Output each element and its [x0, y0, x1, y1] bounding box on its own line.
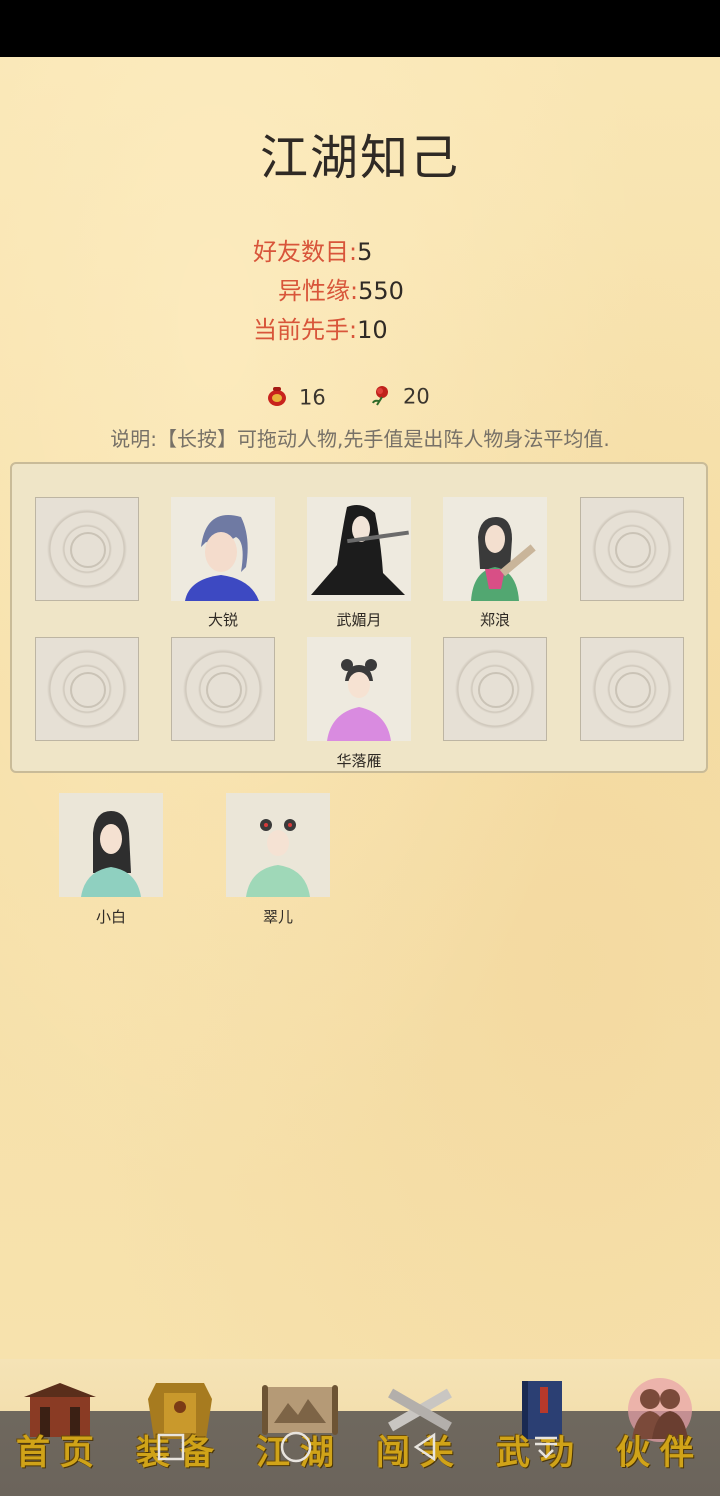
nav-martial-arts[interactable]: 武功	[480, 1359, 600, 1496]
companion-name: 郑浪	[479, 611, 510, 629]
nav-companions[interactable]: 伙伴	[600, 1359, 720, 1496]
empty-slot[interactable]	[580, 637, 684, 741]
dragon-emblem-icon	[615, 672, 651, 708]
dragon-emblem-icon	[478, 672, 514, 708]
recent-apps-button[interactable]	[156, 1432, 186, 1466]
portrait-woman-flute-icon	[307, 497, 411, 601]
rose-resource: 20	[371, 384, 430, 411]
companion-card[interactable]	[443, 497, 547, 601]
home-system-button[interactable]	[279, 1430, 313, 1468]
stat-value: 10	[357, 316, 388, 344]
portrait-youth-green-icon	[443, 497, 547, 601]
stat-label: 当前先手:	[253, 316, 358, 344]
charm-stat: 异性缘:550	[278, 271, 404, 306]
companion-card[interactable]	[307, 497, 411, 601]
dragon-emblem-icon	[206, 672, 242, 708]
portrait-woman-pink-icon	[307, 637, 411, 741]
companion-name: 大锐	[207, 611, 238, 629]
status-bar	[0, 0, 720, 57]
dragon-emblem-icon	[70, 532, 106, 568]
bottom-nav: 首页 装备 江湖 闯关 武功 伙伴	[0, 1359, 720, 1496]
dragon-emblem-icon	[615, 532, 651, 568]
empty-slot[interactable]	[171, 637, 275, 741]
back-system-button[interactable]	[410, 1432, 440, 1466]
red-pouch-icon	[265, 384, 289, 413]
nav-label: 伙伴	[616, 1433, 704, 1473]
stat-value: 550	[358, 277, 404, 305]
stat-label: 好友数目:	[253, 238, 358, 266]
instruction-note: 说明:【长按】可拖动人物,先手值是出阵人物身法平均值.	[110, 427, 610, 451]
nav-equipment[interactable]: 装备	[120, 1359, 240, 1496]
companion-card[interactable]	[171, 497, 275, 601]
companion-name: 武媚月	[336, 611, 382, 629]
nav-jianghu[interactable]: 江湖	[240, 1359, 360, 1496]
pouch-count: 16	[299, 385, 326, 410]
empty-slot[interactable]	[35, 497, 139, 601]
stat-label: 异性缘:	[278, 277, 359, 305]
nav-challenge[interactable]: 闯关	[360, 1359, 480, 1496]
reserve-companion-card[interactable]	[226, 793, 330, 897]
empty-slot[interactable]	[35, 637, 139, 741]
reserve-companion-card[interactable]	[59, 793, 163, 897]
companion-name: 华落雁	[336, 752, 382, 770]
friend-count-stat: 好友数目:5	[253, 232, 372, 267]
nav-home[interactable]: 首页	[0, 1359, 120, 1496]
portrait-woman-teal-icon	[59, 793, 163, 897]
empty-slot[interactable]	[443, 637, 547, 741]
companion-name: 小白	[95, 908, 126, 926]
stat-value: 5	[357, 238, 373, 266]
nav-label: 首页	[16, 1433, 104, 1473]
page-title: 江湖知己	[259, 130, 460, 186]
companion-card[interactable]	[307, 637, 411, 741]
initiative-stat: 当前先手:10	[253, 310, 388, 345]
portrait-man-blue-icon	[171, 497, 275, 601]
rose-count: 20	[403, 384, 430, 409]
companion-name: 翠儿	[262, 908, 293, 926]
pouch-resource: 16	[265, 384, 326, 413]
portrait-girl-green-icon	[226, 793, 330, 897]
keyboard-hide-button[interactable]	[531, 1432, 561, 1466]
empty-slot[interactable]	[580, 497, 684, 601]
dragon-emblem-icon	[70, 672, 106, 708]
red-rose-icon	[371, 384, 393, 411]
